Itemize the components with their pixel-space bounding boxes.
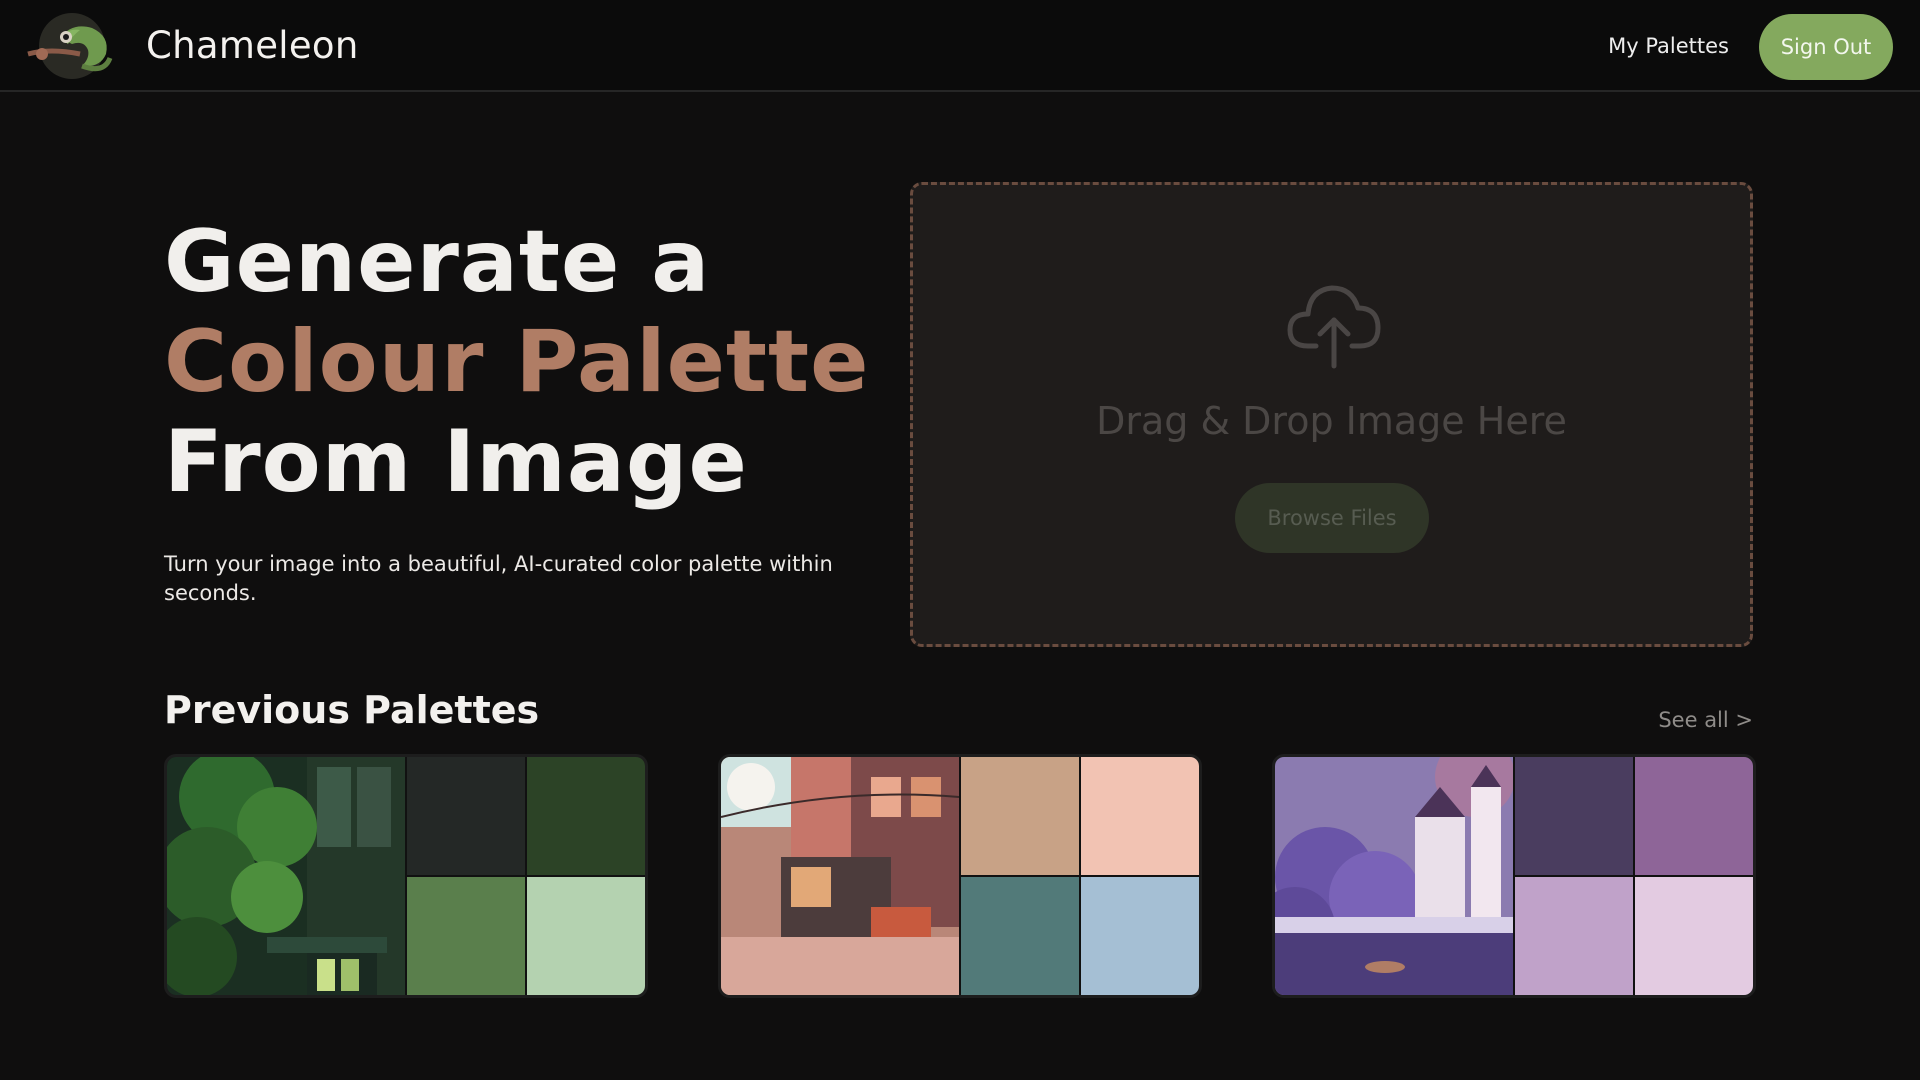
chameleon-logo-icon[interactable] xyxy=(20,10,124,82)
hero-heading: Generate a Colour Palette From Image xyxy=(164,212,884,512)
see-all-link[interactable]: See all > xyxy=(1658,708,1753,732)
hero-line-1: Generate a xyxy=(164,212,711,312)
color-swatch[interactable] xyxy=(407,877,525,995)
color-swatch[interactable] xyxy=(1635,757,1753,875)
color-swatch[interactable] xyxy=(961,757,1079,875)
sign-out-button[interactable]: Sign Out xyxy=(1759,14,1893,80)
brand-name[interactable]: Chameleon xyxy=(146,24,359,67)
palette-swatches xyxy=(959,757,1199,995)
hero-line-3: From Image xyxy=(164,412,748,512)
palette-swatches xyxy=(1513,757,1753,995)
color-swatch[interactable] xyxy=(527,757,645,875)
hero-subtitle: Turn your image into a beautiful, AI-cur… xyxy=(164,552,833,605)
palette-card[interactable] xyxy=(164,754,648,998)
color-swatch[interactable] xyxy=(1515,877,1633,995)
previous-palettes-title: Previous Palettes xyxy=(164,688,540,732)
city-street-image xyxy=(721,757,960,995)
color-swatch[interactable] xyxy=(1515,757,1633,875)
cloud-upload-icon xyxy=(1282,276,1386,372)
color-swatch[interactable] xyxy=(407,757,525,875)
palette-card[interactable] xyxy=(1272,754,1756,998)
color-swatch[interactable] xyxy=(1635,877,1753,995)
my-palettes-link[interactable]: My Palettes xyxy=(1608,34,1729,58)
purple-castle-image xyxy=(1275,757,1515,995)
image-dropzone[interactable]: Drag & Drop Image Here Browse Files xyxy=(910,182,1753,647)
palette-swatches xyxy=(405,757,645,995)
hero-line-2: Colour Palette xyxy=(164,312,870,412)
color-swatch[interactable] xyxy=(1081,877,1199,995)
forest-window-image xyxy=(167,757,405,995)
dropzone-text: Drag & Drop Image Here xyxy=(1096,399,1567,443)
top-nav-bar: Chameleon My Palettes Sign Out xyxy=(0,0,1920,92)
color-swatch[interactable] xyxy=(527,877,645,995)
color-swatch[interactable] xyxy=(1081,757,1199,875)
browse-files-button[interactable]: Browse Files xyxy=(1235,483,1429,553)
palette-card[interactable] xyxy=(718,754,1202,998)
color-swatch[interactable] xyxy=(961,877,1079,995)
